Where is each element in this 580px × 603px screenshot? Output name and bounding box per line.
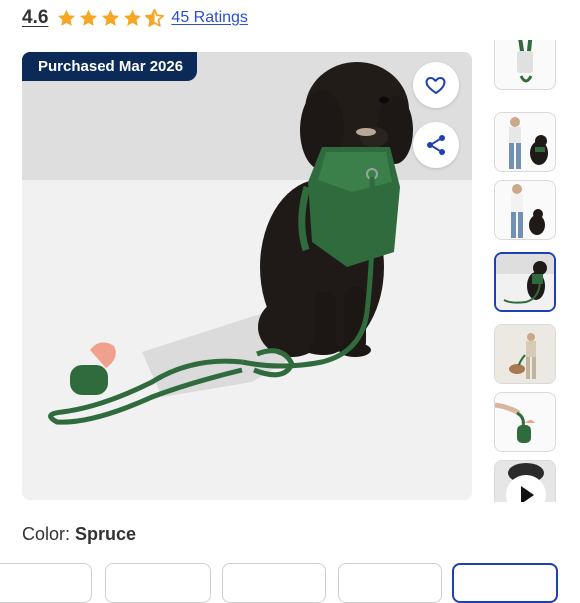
star-half-icon xyxy=(145,8,165,27)
favorite-button[interactable] xyxy=(413,62,459,108)
share-button[interactable] xyxy=(413,122,459,168)
star-rating xyxy=(56,8,165,29)
thumb-poop-bag-holder[interactable] xyxy=(494,392,556,452)
ratings-count-link[interactable]: 45 Ratings xyxy=(171,9,248,27)
thumb-person-dog-walk[interactable] xyxy=(494,112,556,172)
thumb-dog-harness[interactable] xyxy=(494,252,556,312)
star-icon xyxy=(124,9,142,26)
purchased-badge: Purchased Mar 2026 xyxy=(22,52,198,81)
heart-icon xyxy=(425,77,446,94)
thumb-walking-city[interactable] xyxy=(494,324,556,384)
dog-with-harness-image xyxy=(48,62,413,425)
main-product-image[interactable]: Purchased Mar 2026 xyxy=(22,52,472,500)
color-swatch-selected[interactable] xyxy=(452,563,558,603)
color-swatch[interactable] xyxy=(222,563,326,603)
color-label: Color: xyxy=(22,524,71,544)
thumbnail-strip[interactable] xyxy=(494,40,558,502)
color-swatch[interactable] xyxy=(0,563,92,603)
color-swatch[interactable] xyxy=(338,563,442,603)
star-icon xyxy=(80,9,98,26)
star-icon xyxy=(58,9,76,26)
color-swatch[interactable] xyxy=(105,563,211,603)
thumb-video[interactable] xyxy=(494,460,556,502)
thumb-person-dog-stand[interactable] xyxy=(494,180,556,240)
share-icon xyxy=(427,135,445,155)
color-value: Spruce xyxy=(75,524,137,544)
thumb-leash[interactable] xyxy=(494,40,556,90)
star-icon xyxy=(102,9,120,26)
rating-row: 4.6 45 Ratings xyxy=(22,6,248,30)
rating-score[interactable]: 4.6 xyxy=(22,7,48,29)
color-selector-label: Color: Spruce xyxy=(22,524,136,545)
